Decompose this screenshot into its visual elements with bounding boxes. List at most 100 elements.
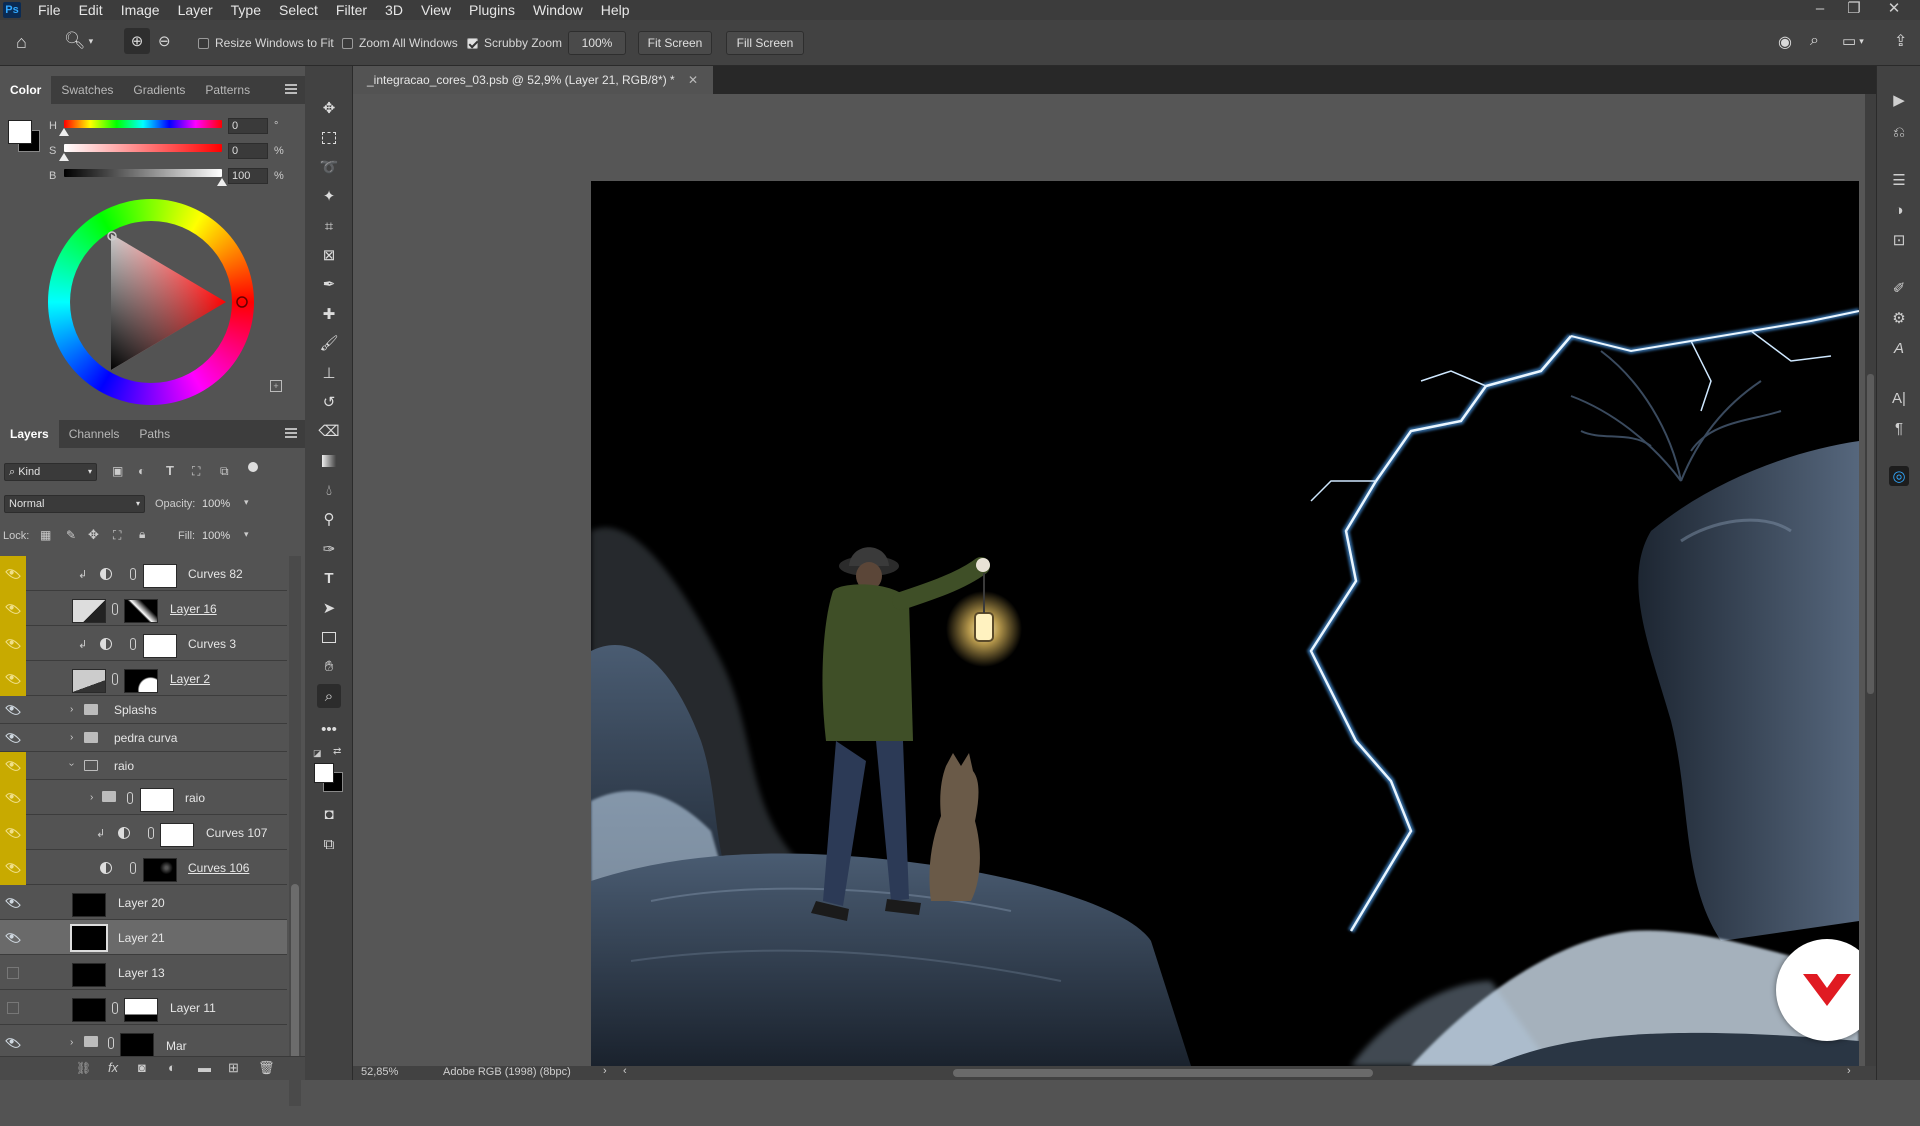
- lock-artboard-icon[interactable]: ⛶: [113, 528, 121, 543]
- menu-edit[interactable]: Edit: [70, 0, 112, 20]
- tab-layers[interactable]: Layers: [0, 420, 59, 448]
- menu-type[interactable]: Type: [222, 0, 270, 20]
- tab-color[interactable]: Color: [0, 76, 52, 104]
- fill-screen-button[interactable]: Fill Screen: [726, 31, 804, 55]
- share-user-icon[interactable]: ◉: [1778, 32, 1792, 52]
- restore-icon[interactable]: ❐: [1840, 0, 1868, 20]
- libraries-icon[interactable]: ⊡: [1889, 230, 1909, 250]
- visibility-toggle[interactable]: [0, 780, 26, 815]
- marquee-tool-icon[interactable]: [317, 126, 341, 150]
- visibility-toggle[interactable]: [0, 885, 26, 920]
- gradient-tool-icon[interactable]: [317, 449, 341, 473]
- scrubby-zoom-checkbox[interactable]: Scrubby Zoom: [467, 36, 562, 50]
- filter-shape-icon[interactable]: ⛶: [192, 464, 200, 479]
- blend-mode-select[interactable]: Normal ▾: [4, 495, 145, 513]
- fill-chevron-icon[interactable]: ▾: [244, 529, 249, 540]
- zoom-tool-icon[interactable]: ⌕: [317, 684, 341, 708]
- blur-tool-icon[interactable]: 💧︎: [317, 478, 341, 502]
- brightness-slider[interactable]: [64, 169, 222, 177]
- resize-windows-checkbox[interactable]: Resize Windows to Fit: [198, 36, 334, 50]
- zoom-tool-preset-icon[interactable]: 🔍︎ ▾: [64, 31, 93, 51]
- eyedropper-tool-icon[interactable]: ✒: [317, 272, 341, 296]
- lock-image-icon[interactable]: ✎: [66, 528, 76, 542]
- menu-plugins[interactable]: Plugins: [460, 0, 524, 20]
- menu-layer[interactable]: Layer: [169, 0, 222, 20]
- swap-colors-icon[interactable]: ⇄: [333, 746, 341, 757]
- navigator-icon[interactable]: ◎: [1889, 466, 1909, 486]
- tab-channels[interactable]: Channels: [59, 420, 130, 448]
- lock-position-icon[interactable]: ✥: [88, 527, 99, 543]
- lasso-tool-icon[interactable]: ➰: [317, 155, 341, 179]
- menu-window[interactable]: Window: [524, 0, 592, 20]
- opacity-value[interactable]: 100%: [202, 498, 230, 510]
- crop-tool-icon[interactable]: ⌗: [317, 214, 341, 238]
- visibility-toggle[interactable]: [0, 955, 26, 990]
- link-layers-icon[interactable]: ⛓: [76, 1061, 91, 1075]
- canvas-vertical-scrollbar[interactable]: [1865, 94, 1876, 1066]
- history-brush-tool-icon[interactable]: ↺: [317, 390, 341, 414]
- clone-stamp-tool-icon[interactable]: ⊥: [317, 361, 341, 385]
- visibility-toggle[interactable]: [0, 850, 26, 885]
- quick-mask-icon[interactable]: ◘: [317, 802, 341, 826]
- layer-kind-filter[interactable]: ⌕ Kind ▾: [4, 463, 97, 481]
- layer-row-curves-82[interactable]: ↲ Curves 82: [0, 556, 287, 591]
- chevron-right-icon[interactable]: ›: [70, 704, 73, 715]
- layers-panel-menu-icon[interactable]: [285, 428, 297, 438]
- visibility-toggle[interactable]: [0, 990, 26, 1025]
- new-layer-icon[interactable]: ⊞: [228, 1060, 239, 1076]
- layers-scrollbar[interactable]: [289, 556, 301, 1106]
- filter-smartobject-icon[interactable]: ⧉: [220, 464, 229, 479]
- brush-tool-icon[interactable]: 🖌︎: [317, 331, 341, 355]
- filter-pixel-icon[interactable]: ▣: [112, 464, 123, 478]
- tab-swatches[interactable]: Swatches: [51, 76, 123, 104]
- chevron-right-icon[interactable]: ›: [90, 792, 93, 803]
- menu-help[interactable]: Help: [592, 0, 639, 20]
- saturation-slider[interactable]: [64, 144, 222, 152]
- minimize-icon[interactable]: –: [1806, 0, 1834, 20]
- canvas-hscroll-thumb[interactable]: [953, 1069, 1373, 1077]
- zoom-all-windows-checkbox[interactable]: Zoom All Windows: [342, 36, 458, 50]
- layer-row-splashs[interactable]: › Splashs: [0, 696, 287, 724]
- play-actions-icon[interactable]: ▶: [1889, 90, 1909, 110]
- menu-file[interactable]: File: [29, 0, 70, 20]
- document-tab[interactable]: _integracao_cores_03.psb @ 52,9% (Layer …: [353, 66, 713, 94]
- image-canvas[interactable]: [591, 181, 1859, 1066]
- rectangle-tool-icon[interactable]: [317, 625, 341, 649]
- move-tool-icon[interactable]: ✥: [317, 96, 341, 120]
- menu-filter[interactable]: Filter: [327, 0, 376, 20]
- layer-row-pedra-curva[interactable]: › pedra curva: [0, 724, 287, 752]
- visibility-toggle[interactable]: [0, 1025, 26, 1060]
- status-menu-arrow-icon[interactable]: ›: [603, 1065, 607, 1077]
- layer-row-layer-11[interactable]: Layer 11: [0, 990, 287, 1025]
- paragraph-icon[interactable]: ¶: [1889, 418, 1909, 438]
- tab-gradients[interactable]: Gradients: [123, 76, 195, 104]
- fx-icon[interactable]: fx: [108, 1060, 118, 1075]
- layer-row-raio-group[interactable]: › raio: [0, 752, 287, 780]
- visibility-toggle[interactable]: [0, 696, 26, 724]
- visibility-toggle[interactable]: [0, 591, 26, 626]
- layer-row-layer-16[interactable]: Layer 16: [0, 591, 287, 626]
- filter-type-icon[interactable]: T: [166, 463, 174, 478]
- visibility-toggle[interactable]: [0, 724, 26, 752]
- layer-row-layer-2[interactable]: Layer 2: [0, 661, 287, 696]
- hue-slider[interactable]: [64, 120, 222, 128]
- home-icon[interactable]: ⌂: [16, 32, 27, 53]
- visibility-toggle[interactable]: [0, 661, 26, 696]
- dodge-tool-icon[interactable]: ⚲: [317, 507, 341, 531]
- adjustments-icon[interactable]: ☰: [1889, 170, 1909, 190]
- layer-row-layer-13[interactable]: Layer 13: [0, 955, 287, 990]
- color-expand-icon[interactable]: +: [270, 380, 282, 392]
- tab-patterns[interactable]: Patterns: [195, 76, 260, 104]
- character-icon[interactable]: A|: [1889, 388, 1909, 408]
- path-selection-tool-icon[interactable]: ➤: [317, 596, 341, 620]
- export-share-icon[interactable]: ⇪: [1894, 31, 1907, 51]
- new-adjustment-icon[interactable]: ◐: [168, 1060, 176, 1075]
- hue-slider-thumb[interactable]: [59, 128, 69, 136]
- magic-wand-tool-icon[interactable]: ✦: [317, 184, 341, 208]
- layer-row-mar[interactable]: › Mar: [0, 1025, 287, 1060]
- eraser-tool-icon[interactable]: ⌫: [317, 419, 341, 443]
- history-icon[interactable]: ⎌: [1889, 122, 1909, 142]
- opacity-chevron-icon[interactable]: ▾: [244, 497, 249, 508]
- type-tool-icon[interactable]: T: [317, 566, 341, 590]
- hscroll-left-icon[interactable]: ‹: [623, 1065, 627, 1077]
